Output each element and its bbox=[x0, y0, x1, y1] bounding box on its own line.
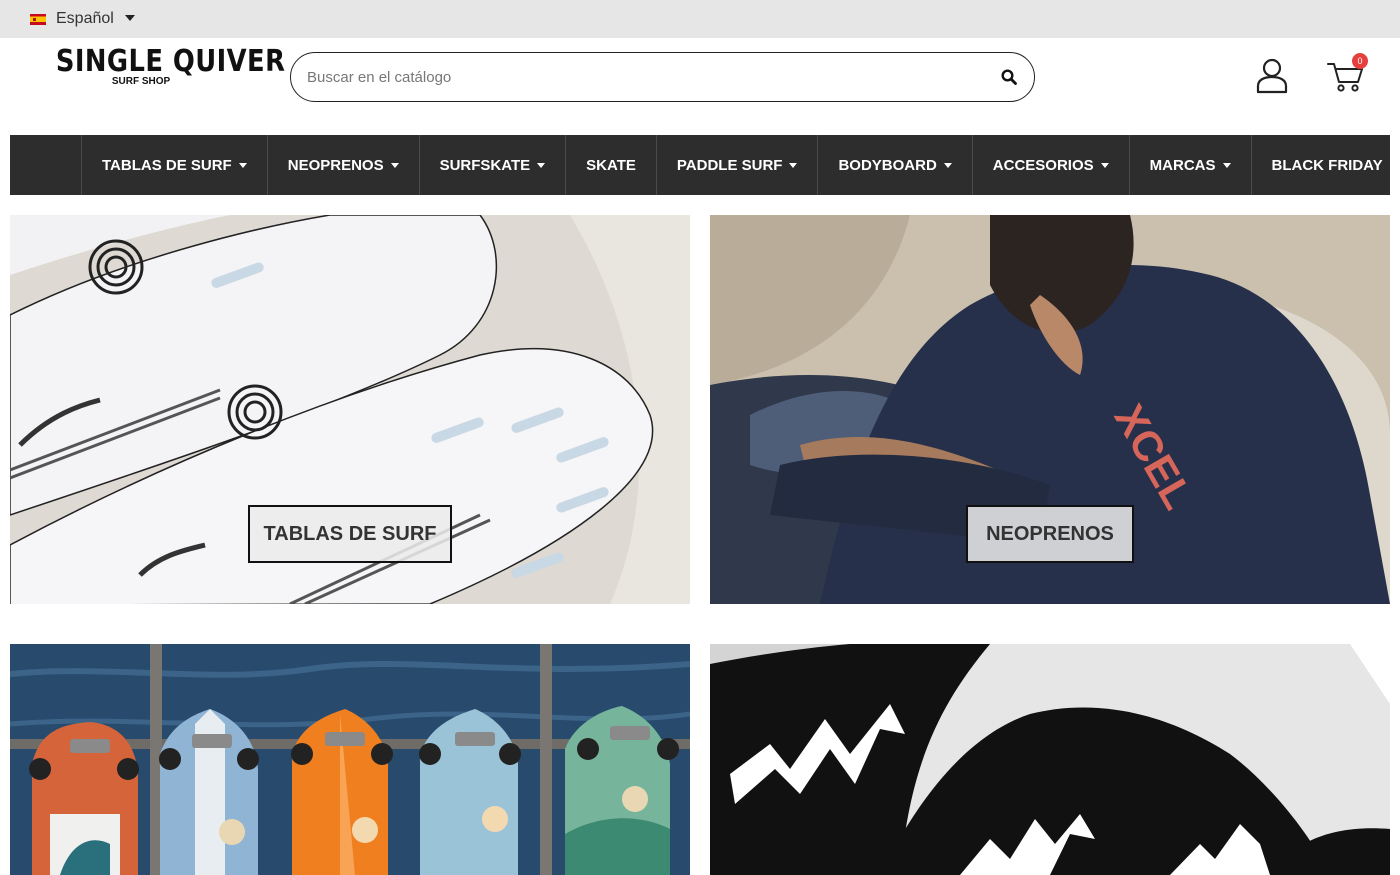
category-tile-fins[interactable] bbox=[710, 644, 1390, 875]
nav-item-label: BODYBOARD bbox=[838, 156, 937, 174]
caret-down-icon bbox=[390, 162, 399, 168]
nav-item-black-friday[interactable]: BLACK FRIDAY bbox=[1252, 135, 1400, 195]
search-icon bbox=[1001, 69, 1017, 85]
user-icon[interactable] bbox=[1255, 58, 1289, 94]
caret-down-icon bbox=[537, 162, 546, 168]
caret-down-icon bbox=[1100, 162, 1109, 168]
nav-item-surfskate[interactable]: SURFSKATE bbox=[420, 135, 567, 195]
nav-item-marcas[interactable]: MARCAS bbox=[1130, 135, 1252, 195]
nav-item-label: NEOPRENOS bbox=[287, 156, 384, 174]
caret-down-icon bbox=[238, 162, 247, 168]
category-tile-surfboards[interactable]: TABLAS DE SURF bbox=[10, 215, 690, 604]
top-bar: Español bbox=[0, 0, 1400, 38]
nav-item-bodyboard[interactable]: BODYBOARD bbox=[818, 135, 973, 195]
search-bar bbox=[290, 52, 1035, 102]
language-selector[interactable]: Español bbox=[30, 10, 135, 28]
nav-item-label: PADDLE SURF bbox=[676, 156, 783, 174]
nav-item-label: MARCAS bbox=[1149, 156, 1216, 174]
caret-down-icon bbox=[943, 162, 952, 168]
surfboards-category-button[interactable]: TABLAS DE SURF bbox=[248, 505, 452, 563]
nav-item-label: SKATE bbox=[586, 156, 636, 174]
logo-title: SINGLE QUIVER bbox=[55, 44, 286, 79]
nav-item-neoprenos[interactable]: NEOPRENOS bbox=[268, 135, 420, 195]
site-logo[interactable]: SINGLE QUIVER SURF SHOP bbox=[42, 44, 286, 87]
category-tile-wetsuits[interactable]: XCEL NEOPRENOS bbox=[710, 215, 1390, 604]
search-button[interactable] bbox=[998, 66, 1020, 88]
nav-item-accesorios[interactable]: ACCESORIOS bbox=[973, 135, 1130, 195]
wetsuits-category-button[interactable]: NEOPRENOS bbox=[966, 505, 1134, 563]
main-nav: TABLAS DE SURF NEOPRENOS SURFSKATE SKATE… bbox=[10, 135, 1390, 195]
nav-item-skate[interactable]: SKATE bbox=[566, 135, 657, 195]
site-header: SINGLE QUIVER SURF SHOP 0 bbox=[0, 38, 1400, 135]
nav-item-label: TABLAS DE SURF bbox=[102, 156, 232, 174]
search-input[interactable] bbox=[307, 53, 967, 101]
surfskates-image bbox=[10, 644, 690, 875]
caret-down-icon bbox=[1222, 162, 1231, 168]
chevron-down-icon bbox=[124, 15, 135, 21]
category-tile-surfskates[interactable] bbox=[10, 644, 690, 875]
fins-image bbox=[710, 644, 1390, 875]
flag-spain-icon bbox=[30, 13, 46, 25]
nav-list: TABLAS DE SURF NEOPRENOS SURFSKATE SKATE… bbox=[81, 135, 1400, 195]
caret-down-icon bbox=[789, 162, 798, 168]
nav-item-label: ACCESORIOS bbox=[992, 156, 1094, 174]
nav-item-label: BLACK FRIDAY bbox=[1271, 156, 1383, 174]
nav-item-paddle-surf[interactable]: PADDLE SURF bbox=[657, 135, 819, 195]
nav-item-label: SURFSKATE bbox=[439, 156, 531, 174]
language-label: Español bbox=[56, 10, 114, 27]
cart-count-badge: 0 bbox=[1352, 53, 1368, 69]
nav-item-tablas-de-surf[interactable]: TABLAS DE SURF bbox=[82, 135, 268, 195]
